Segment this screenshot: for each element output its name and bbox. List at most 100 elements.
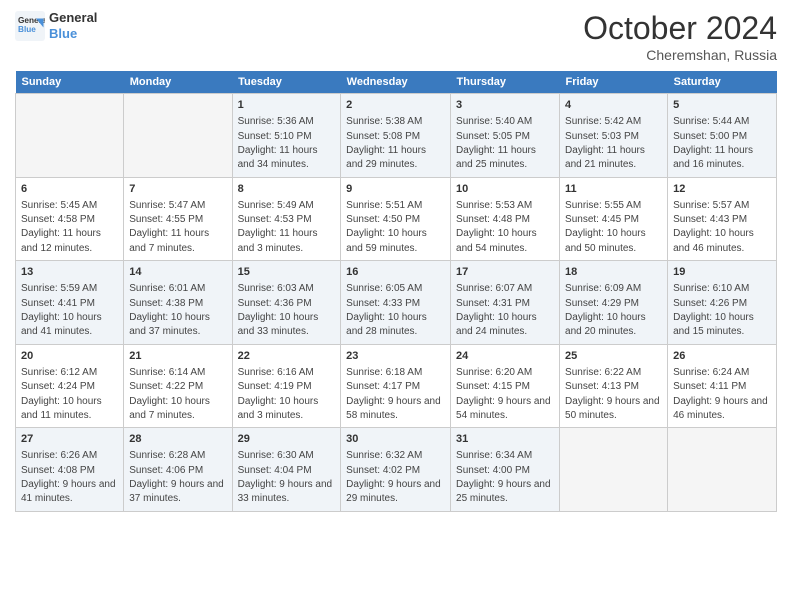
logo: General Blue General Blue [15, 10, 97, 41]
weekday-header-sunday: Sunday [16, 71, 124, 94]
day-info: Sunrise: 6:18 AMSunset: 4:17 PMDaylight:… [346, 367, 441, 421]
day-number: 19 [673, 265, 771, 280]
day-number: 14 [129, 265, 226, 280]
header: General Blue General Blue October 2024 C… [15, 10, 777, 63]
day-info: Sunrise: 5:40 AMSunset: 5:05 PMDaylight:… [456, 116, 536, 170]
day-info: Sunrise: 5:57 AMSunset: 4:43 PMDaylight:… [673, 200, 754, 254]
day-number: 28 [129, 432, 226, 447]
calendar-table: SundayMondayTuesdayWednesdayThursdayFrid… [15, 71, 777, 512]
day-info: Sunrise: 5:55 AMSunset: 4:45 PMDaylight:… [565, 200, 646, 254]
calendar-cell: 26Sunrise: 6:24 AMSunset: 4:11 PMDayligh… [668, 344, 777, 428]
calendar-cell [124, 94, 232, 178]
calendar-cell: 11Sunrise: 5:55 AMSunset: 4:45 PMDayligh… [560, 177, 668, 261]
day-number: 2 [346, 98, 445, 113]
page: General Blue General Blue October 2024 C… [0, 0, 792, 612]
calendar-cell: 27 Sunrise: 6:26 AMSunset: 4:08 PMDayligh… [16, 428, 124, 512]
day-info: Sunrise: 6:12 AMSunset: 4:24 PMDaylight:… [21, 367, 102, 421]
day-number: 24 [456, 349, 554, 364]
calendar-cell: 16Sunrise: 6:05 AMSunset: 4:33 PMDayligh… [341, 261, 451, 345]
logo-text: General Blue [49, 10, 97, 41]
day-number: 12 [673, 182, 771, 197]
calendar-week-5: 27 Sunrise: 6:26 AMSunset: 4:08 PMDayligh… [16, 428, 777, 512]
day-number: 25 [565, 349, 662, 364]
day-info: Sunrise: 6:07 AMSunset: 4:31 PMDaylight:… [456, 283, 537, 337]
day-number: 7 [129, 182, 226, 197]
day-number: 27 [21, 432, 118, 447]
day-info: Sunrise: 6:34 AMSunset: 4:00 PMDaylight:… [456, 450, 551, 504]
calendar-cell: 6Sunrise: 5:45 AMSunset: 4:58 PMDaylight… [16, 177, 124, 261]
day-number: 4 [565, 98, 662, 113]
calendar-cell: 1 Sunrise: 5:36 AMSunset: 5:10 PMDaylight… [232, 94, 341, 178]
day-number: 30 [346, 432, 445, 447]
calendar-cell: 28 Sunrise: 6:28 AMSunset: 4:06 PMDayligh… [124, 428, 232, 512]
calendar-cell [16, 94, 124, 178]
day-info: Sunrise: 6:30 AMSunset: 4:04 PMDaylight:… [238, 450, 333, 504]
day-info: Sunrise: 6:09 AMSunset: 4:29 PMDaylight:… [565, 283, 646, 337]
day-info: Sunrise: 6:10 AMSunset: 4:26 PMDaylight:… [673, 283, 754, 337]
day-number: 29 [238, 432, 336, 447]
title-block: October 2024 Cheremshan, Russia [583, 10, 777, 63]
day-number: 20 [21, 349, 118, 364]
calendar-cell: 18 Sunrise: 6:09 AMSunset: 4:29 PMDayligh… [560, 261, 668, 345]
day-info: Sunrise: 5:44 AMSunset: 5:00 PMDaylight:… [673, 116, 753, 170]
logo-icon: General Blue [15, 11, 45, 41]
weekday-header-row: SundayMondayTuesdayWednesdayThursdayFrid… [16, 71, 777, 94]
day-info: Sunrise: 5:45 AMSunset: 4:58 PMDaylight:… [21, 200, 101, 254]
day-info: Sunrise: 6:32 AMSunset: 4:02 PMDaylight:… [346, 450, 441, 504]
day-info: Sunrise: 6:16 AMSunset: 4:19 PMDaylight:… [238, 367, 319, 421]
day-number: 3 [456, 98, 554, 113]
day-info: Sunrise: 6:14 AMSunset: 4:22 PMDaylight:… [129, 367, 210, 421]
day-number: 17 [456, 265, 554, 280]
calendar-cell: 8Sunrise: 5:49 AMSunset: 4:53 PMDaylight… [232, 177, 341, 261]
calendar-week-1: 1 Sunrise: 5:36 AMSunset: 5:10 PMDaylight… [16, 94, 777, 178]
day-info: Sunrise: 6:01 AMSunset: 4:38 PMDaylight:… [129, 283, 210, 337]
calendar-cell: 3 Sunrise: 5:40 AMSunset: 5:05 PMDaylight… [451, 94, 560, 178]
location-subtitle: Cheremshan, Russia [583, 47, 777, 63]
calendar-cell: 15Sunrise: 6:03 AMSunset: 4:36 PMDayligh… [232, 261, 341, 345]
calendar-cell: 17 Sunrise: 6:07 AMSunset: 4:31 PMDayligh… [451, 261, 560, 345]
weekday-header-wednesday: Wednesday [341, 71, 451, 94]
day-number: 13 [21, 265, 118, 280]
calendar-cell: 4Sunrise: 5:42 AMSunset: 5:03 PMDaylight… [560, 94, 668, 178]
day-number: 18 [565, 265, 662, 280]
calendar-cell: 25 Sunrise: 6:22 AMSunset: 4:13 PMDayligh… [560, 344, 668, 428]
calendar-week-2: 6Sunrise: 5:45 AMSunset: 4:58 PMDaylight… [16, 177, 777, 261]
day-info: Sunrise: 5:51 AMSunset: 4:50 PMDaylight:… [346, 200, 427, 254]
calendar-cell [668, 428, 777, 512]
calendar-cell: 19 Sunrise: 6:10 AMSunset: 4:26 PMDayligh… [668, 261, 777, 345]
calendar-cell: 29 Sunrise: 6:30 AMSunset: 4:04 PMDayligh… [232, 428, 341, 512]
calendar-cell: 9 Sunrise: 5:51 AMSunset: 4:50 PMDaylight… [341, 177, 451, 261]
calendar-cell: 21 Sunrise: 6:14 AMSunset: 4:22 PMDayligh… [124, 344, 232, 428]
calendar-cell: 14 Sunrise: 6:01 AMSunset: 4:38 PMDayligh… [124, 261, 232, 345]
calendar-cell: 7 Sunrise: 5:47 AMSunset: 4:55 PMDaylight… [124, 177, 232, 261]
calendar-cell: 23 Sunrise: 6:18 AMSunset: 4:17 PMDayligh… [341, 344, 451, 428]
calendar-cell: 10Sunrise: 5:53 AMSunset: 4:48 PMDayligh… [451, 177, 560, 261]
day-number: 10 [456, 182, 554, 197]
calendar-cell: 12 Sunrise: 5:57 AMSunset: 4:43 PMDayligh… [668, 177, 777, 261]
day-number: 22 [238, 349, 336, 364]
calendar-cell: 31Sunrise: 6:34 AMSunset: 4:00 PMDayligh… [451, 428, 560, 512]
day-info: Sunrise: 6:26 AMSunset: 4:08 PMDaylight:… [21, 450, 116, 504]
day-number: 23 [346, 349, 445, 364]
svg-text:Blue: Blue [18, 25, 36, 34]
calendar-week-4: 20 Sunrise: 6:12 AMSunset: 4:24 PMDayligh… [16, 344, 777, 428]
day-info: Sunrise: 5:47 AMSunset: 4:55 PMDaylight:… [129, 200, 209, 254]
calendar-week-3: 13 Sunrise: 5:59 AMSunset: 4:41 PMDayligh… [16, 261, 777, 345]
calendar-cell: 20 Sunrise: 6:12 AMSunset: 4:24 PMDayligh… [16, 344, 124, 428]
calendar-cell: 24Sunrise: 6:20 AMSunset: 4:15 PMDayligh… [451, 344, 560, 428]
day-info: Sunrise: 5:38 AMSunset: 5:08 PMDaylight:… [346, 116, 426, 170]
calendar-cell: 30 Sunrise: 6:32 AMSunset: 4:02 PMDayligh… [341, 428, 451, 512]
day-number: 21 [129, 349, 226, 364]
weekday-header-saturday: Saturday [668, 71, 777, 94]
day-info: Sunrise: 5:36 AMSunset: 5:10 PMDaylight:… [238, 116, 318, 170]
day-info: Sunrise: 6:28 AMSunset: 4:06 PMDaylight:… [129, 450, 224, 504]
day-number: 8 [238, 182, 336, 197]
weekday-header-monday: Monday [124, 71, 232, 94]
day-info: Sunrise: 5:59 AMSunset: 4:41 PMDaylight:… [21, 283, 102, 337]
day-info: Sunrise: 6:22 AMSunset: 4:13 PMDaylight:… [565, 367, 660, 421]
day-number: 1 [238, 98, 336, 113]
calendar-cell: 5Sunrise: 5:44 AMSunset: 5:00 PMDaylight… [668, 94, 777, 178]
day-number: 9 [346, 182, 445, 197]
weekday-header-thursday: Thursday [451, 71, 560, 94]
day-number: 15 [238, 265, 336, 280]
